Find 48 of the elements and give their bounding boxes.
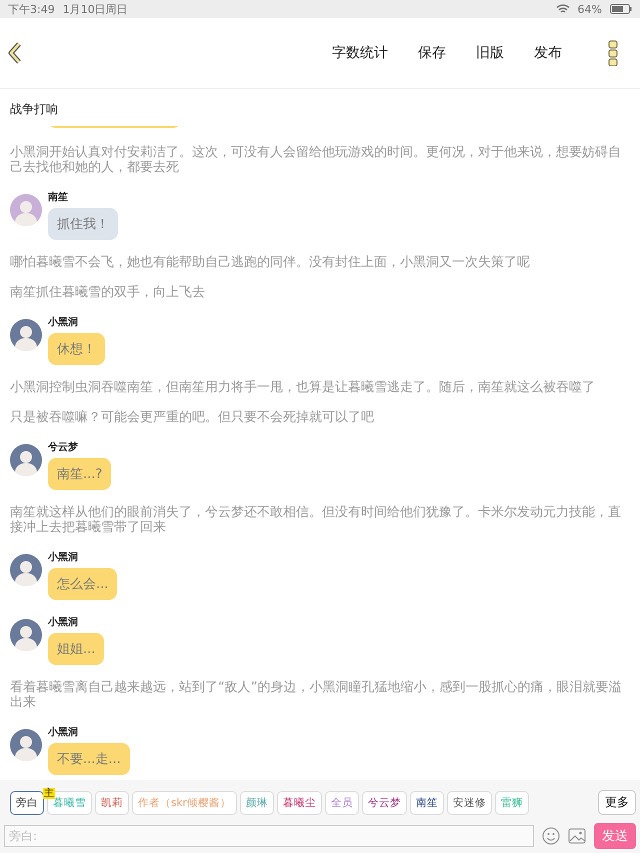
chat-bubble: 姐姐... [48,633,104,665]
narration-text: 小黑洞开始认真对付安莉洁了。这次，可没有人会留给他玩游戏的时间。更何况，对于他来说，想要妨碍自己去找他和她的人，都要去死 [10,145,622,175]
chapter-title: 战争打响 [9,101,59,118]
toolbar-action[interactable]: 发布 [534,40,562,66]
role-chip[interactable]: 凯莉 [95,790,129,814]
narration-text: 小黑洞控制虫洞吞噬南笙，但南笙用力将手一甩，也算是让暮曦雪逃走了。随后，南笙就这么被吞噬了 [10,380,596,395]
speaker-name: 小黑洞 [48,550,78,564]
role-chip[interactable]: 旁白 [10,790,44,814]
lead-badge: 主 [43,788,55,798]
speaker-name: 小黑洞 [48,726,78,739]
emoji-icon[interactable] [542,827,560,845]
avatar-icon [10,194,42,226]
back-icon[interactable] [8,42,22,64]
image-icon[interactable] [568,828,586,844]
speaker-name: 小黑洞 [48,616,78,629]
toolbar-action[interactable]: 旧版 [476,40,504,66]
narration-text: 哪怕暮曦雪不会飞，她也有能帮助自己逃跑的同伴。没有封住上面，小黑洞又一次失策了呢 [10,255,531,270]
input-field[interactable]: 旁白: [4,825,534,847]
avatar-icon [10,554,42,586]
avatar-icon [10,729,42,761]
avatar-icon [10,619,42,651]
role-chip[interactable]: 兮云梦 [362,790,407,814]
role-chip[interactable]: 安迷修 [446,790,492,814]
chat-bubble: 抓住我！ [48,208,118,240]
chat-bubble: 南笙...? [48,458,112,490]
speaker-name: 兮云梦 [48,440,78,454]
role-chip[interactable]: 暮曦尘 [276,790,322,814]
menu-icon[interactable] [608,40,618,66]
toolbar-action[interactable]: 字数统计 [332,40,388,66]
narration-text: 南笙抓住暮曦雪的双手，向上飞去 [10,285,206,300]
narration-text: 看着暮曦雪离自己越来越远，站到了“敌人”的身边，小黑洞瞳孔猛地缩小，感到一股抓心的痛，眼泪就要溢出来 [10,680,622,710]
battery-percent: 64% [578,2,602,16]
role-chip[interactable]: 南笙 [410,790,444,814]
status-date: 1月10日周日 [62,2,128,16]
avatar-icon [10,319,42,351]
speaker-name: 南笙 [48,190,68,204]
chat-bubble: 怎么会... [48,568,118,600]
chat-bubble: 休想！ [48,333,105,365]
toolbar-action[interactable]: 保存 [418,40,446,66]
wifi-icon [556,4,570,14]
speaker-name: 小黑洞 [48,316,78,329]
more-button[interactable]: 更多 [598,790,636,815]
narration-text: 南笙就这样从他们的眼前消失了，兮云梦还不敢相信。但没有时间给他们犹豫了。卡米尔发动元力技能，直接冲上去把暮曦雪带了回来 [10,505,622,535]
battery-icon [610,4,632,14]
avatar-icon [10,444,42,476]
narration-text: 只是被吞噬嘛？可能会更严重的吧。但只要不会死掉就可以了吧 [10,410,375,425]
status-time: 下午3:49 [8,2,55,16]
chat-bubble: 不要...走... [48,743,130,775]
